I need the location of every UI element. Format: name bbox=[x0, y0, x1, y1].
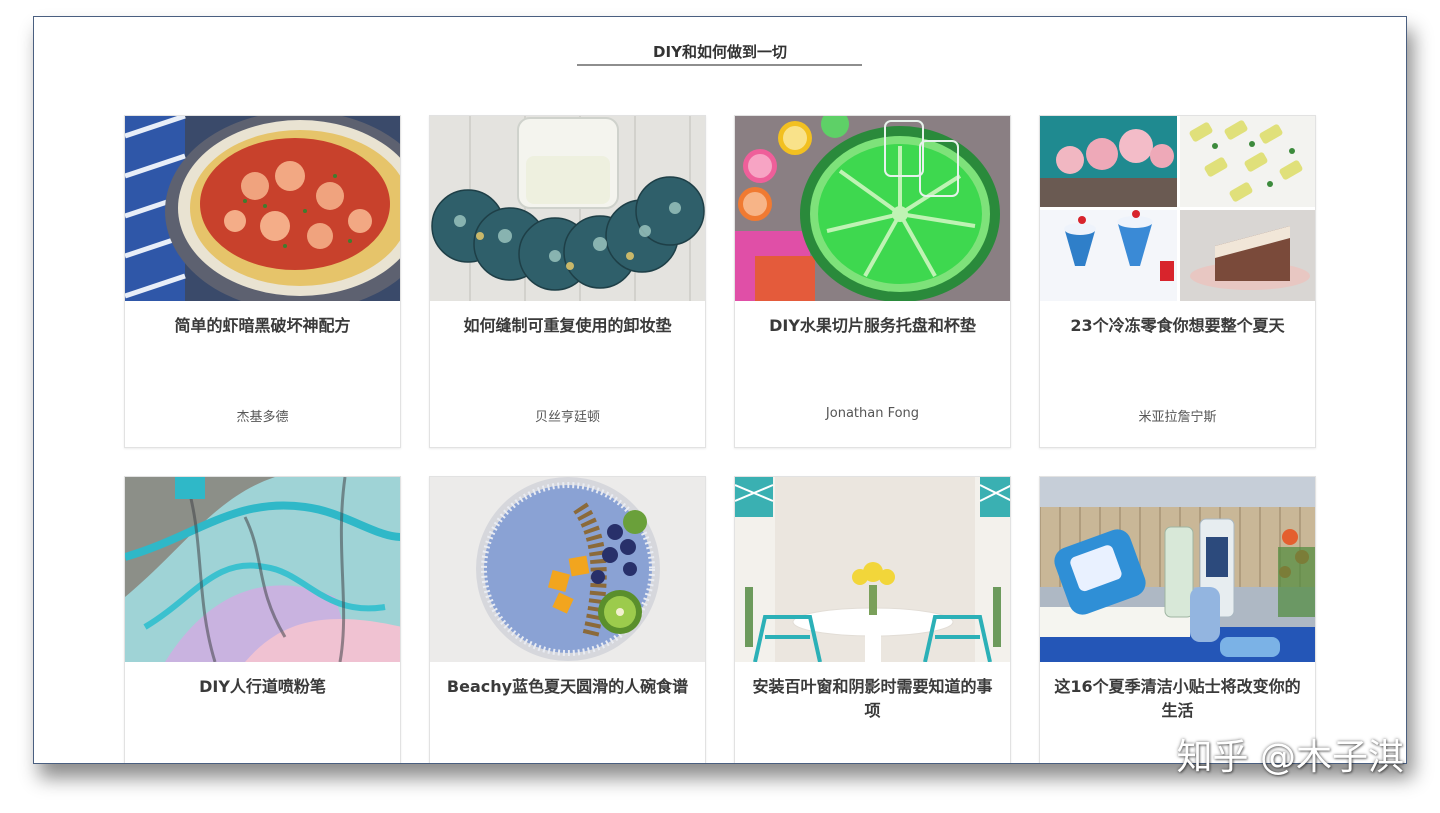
card-title[interactable]: 23个冷冻零食你想要整个夏天 bbox=[1052, 314, 1303, 338]
dining-room-image[interactable] bbox=[735, 477, 1010, 662]
sidewalk-chalk-image[interactable] bbox=[125, 477, 400, 662]
makeup-pads-image[interactable] bbox=[430, 116, 705, 301]
content-frame: DIY和如何做到一切 简单的虾暗黑破坏神配方 杰基多德 如何缝制可重复使用的卸妆… bbox=[33, 16, 1407, 764]
card-title[interactable]: 简单的虾暗黑破坏神配方 bbox=[137, 314, 388, 338]
smoothie-bowl-image[interactable] bbox=[430, 477, 705, 662]
article-card[interactable]: 这16个夏季清洁小贴士将改变你的生活 bbox=[1039, 476, 1316, 763]
card-title[interactable]: 安装百叶窗和阴影时需要知道的事项 bbox=[747, 675, 998, 723]
article-card[interactable]: 如何缝制可重复使用的卸妆垫 贝丝亨廷顿 bbox=[429, 115, 706, 448]
card-title[interactable]: 这16个夏季清洁小贴士将改变你的生活 bbox=[1052, 675, 1303, 723]
article-card[interactable]: 安装百叶窗和阴影时需要知道的事项 bbox=[734, 476, 1011, 763]
watermark-text: 知乎 @木子淇 bbox=[1176, 737, 1404, 778]
article-card[interactable]: 简单的虾暗黑破坏神配方 杰基多德 bbox=[124, 115, 401, 448]
frozen-treats-image[interactable] bbox=[1040, 116, 1315, 301]
section-title: DIY和如何做到一切 bbox=[653, 43, 787, 61]
card-author: 杰基多德 bbox=[236, 410, 289, 425]
card-author: 贝丝亨廷顿 bbox=[534, 410, 600, 425]
card-author: Jonathan Fong bbox=[825, 406, 920, 421]
card-title[interactable]: DIY水果切片服务托盘和杯垫 bbox=[747, 314, 998, 338]
title-underline bbox=[577, 64, 862, 66]
article-card[interactable]: Beachy蓝色夏天圆滑的人碗食谱 bbox=[429, 476, 706, 763]
card-author: 米亚拉詹宁斯 bbox=[1138, 410, 1217, 425]
lime-tray-image[interactable] bbox=[735, 116, 1010, 301]
article-card[interactable]: 23个冷冻零食你想要整个夏天 米亚拉詹宁斯 bbox=[1039, 115, 1316, 448]
card-title[interactable]: Beachy蓝色夏天圆滑的人碗食谱 bbox=[442, 675, 693, 699]
article-card[interactable]: DIY人行道喷粉笔 bbox=[124, 476, 401, 763]
card-title[interactable]: DIY人行道喷粉笔 bbox=[137, 675, 388, 699]
article-card[interactable]: DIY水果切片服务托盘和杯垫 Jonathan Fong bbox=[734, 115, 1011, 448]
shrimp-pasta-image[interactable] bbox=[125, 116, 400, 301]
card-title[interactable]: 如何缝制可重复使用的卸妆垫 bbox=[442, 314, 693, 338]
cleaning-supplies-image[interactable] bbox=[1040, 477, 1315, 662]
